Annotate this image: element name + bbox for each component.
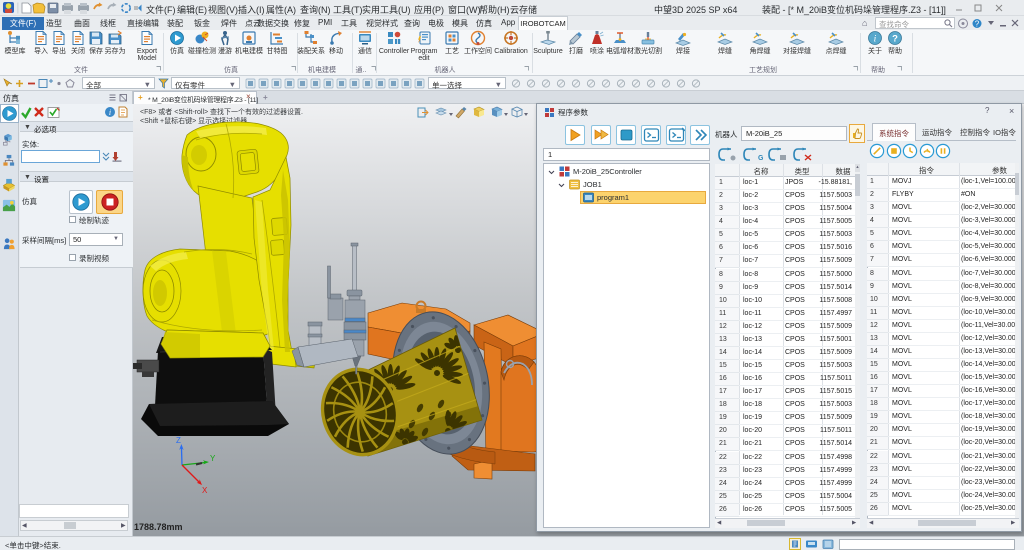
svg-text:?: ? [975,20,980,29]
svg-text:i: i [109,108,111,117]
svg-text:Z: Z [176,436,181,445]
svg-text:G: G [758,155,764,162]
svg-text:X: X [202,486,208,495]
svg-text:?: ? [892,34,898,45]
svg-text:i: i [874,35,877,45]
svg-text:Y: Y [210,454,216,463]
